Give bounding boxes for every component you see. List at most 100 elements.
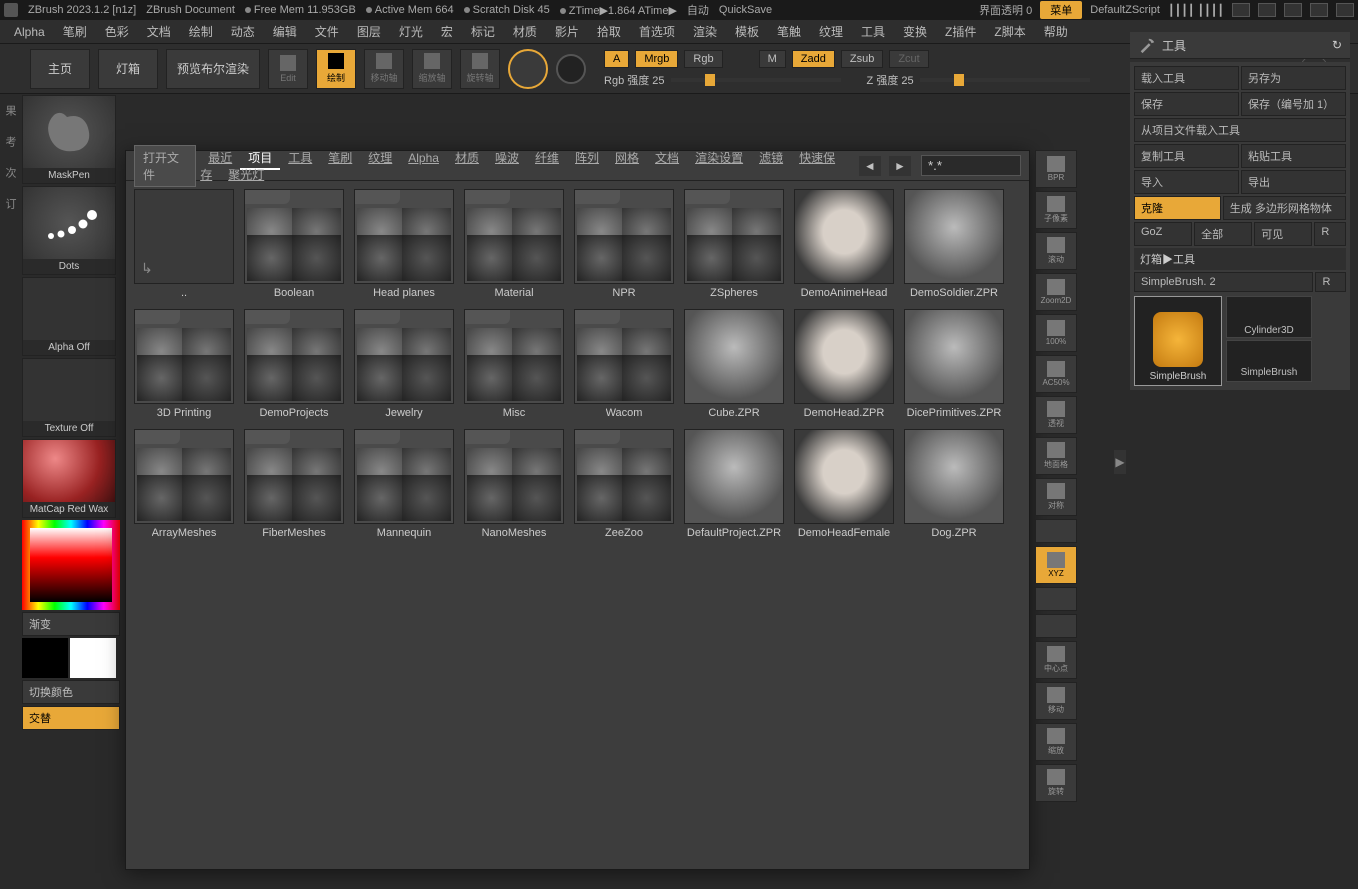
menu-文档[interactable]: 文档 [139,21,179,42]
primary-color[interactable] [22,638,68,678]
browser-item[interactable]: Dog.ZPR [904,429,1004,539]
stroke-swatch[interactable]: Dots [22,186,116,275]
r2-button[interactable]: R [1315,272,1346,292]
menu-帮助[interactable]: 帮助 [1036,21,1076,42]
minimize-icon[interactable] [1284,3,1302,17]
browser-item[interactable]: NanoMeshes [464,429,564,539]
menu-灯光[interactable]: 灯光 [391,21,431,42]
zsub-toggle[interactable]: Zsub [841,50,883,68]
right-tool-btn12[interactable] [1035,614,1077,638]
switch-color-button[interactable]: 切换颜色 [22,680,120,704]
quicksave-button[interactable]: QuickSave [719,4,772,16]
secondary-color[interactable] [70,638,116,678]
tab-噪波[interactable]: 噪波 [487,148,527,168]
menu-工具[interactable]: 工具 [853,21,893,42]
browser-item[interactable]: DemoHeadFemale [794,429,894,539]
rotate-button[interactable]: 旋转轴 [460,49,500,89]
browser-item[interactable]: ArrayMeshes [134,429,234,539]
browser-item[interactable]: DefaultProject.ZPR [684,429,784,539]
tab-文档[interactable]: 文档 [647,148,687,168]
menu-Z插件[interactable]: Z插件 [937,21,984,42]
right-tool-滚动[interactable]: 滚动 [1035,232,1077,270]
tab-Alpha[interactable]: Alpha [400,148,447,168]
right-tool-子像素[interactable]: 子像素 [1035,191,1077,229]
rgb-intensity-slider[interactable] [671,78,841,82]
menu-变换[interactable]: 变换 [895,21,935,42]
m-toggle[interactable]: M [759,50,786,68]
browser-item[interactable]: FiberMeshes [244,429,344,539]
scale-button[interactable]: 缩放轴 [412,49,452,89]
saveas-button[interactable]: 另存为 [1241,66,1346,90]
browser-item[interactable]: Wacom [574,309,674,419]
clone-button[interactable]: 克隆 [1134,196,1221,220]
tab-纤维[interactable]: 纤维 [527,148,567,168]
browser-item[interactable]: ↳.. [134,189,234,299]
tab-笔刷[interactable]: 笔刷 [320,148,360,168]
browser-item[interactable]: Misc [464,309,564,419]
tab-材质[interactable]: 材质 [447,148,487,168]
tab-工具[interactable]: 工具 [280,148,320,168]
savecopy-button[interactable]: 保存（编号加 1） [1241,92,1346,116]
tab-网格[interactable]: 网格 [607,148,647,168]
goz-visible-button[interactable]: 可见 [1254,222,1312,246]
paste-tool-button[interactable]: 粘贴工具 [1241,144,1346,168]
tab-阵列[interactable]: 阵列 [567,148,607,168]
expand-chevron-icon[interactable]: ▶ [1114,450,1126,474]
tool-panel-header[interactable]: 工具 ↻ [1130,32,1350,59]
right-tool-透视[interactable]: 透视 [1035,396,1077,434]
right-tool-中心点[interactable]: 中心点 [1035,641,1077,679]
window-icon[interactable] [1258,3,1276,17]
maximize-icon[interactable] [1310,3,1328,17]
tool-thumb-simplebrush[interactable]: SimpleBrush [1134,296,1222,386]
tool-thumb-simplebrush2[interactable]: SimpleBrush [1226,340,1312,382]
tab-滤镜[interactable]: 滤镜 [751,148,791,168]
open-file-button[interactable]: 打开文件 [134,145,196,187]
next-button[interactable]: ► [889,156,911,176]
import-button[interactable]: 导入 [1134,170,1239,194]
alpha-swatch[interactable]: Alpha Off [22,277,116,356]
auto-button[interactable]: 自动 [687,2,709,18]
tab-纹理[interactable]: 纹理 [360,148,400,168]
right-tool-AC50%[interactable]: AC50% [1035,355,1077,393]
browser-item[interactable]: DemoAnimeHead [794,189,894,299]
right-tool-地面格[interactable]: 地面格 [1035,437,1077,475]
browser-item[interactable]: ZeeZoo [574,429,674,539]
right-tool-BPR[interactable]: BPR [1035,150,1077,188]
material-preview-icon[interactable] [556,54,586,84]
menu-材质[interactable]: 材质 [505,21,545,42]
right-tool-100%[interactable]: 100% [1035,314,1077,352]
menu-标记[interactable]: 标记 [463,21,503,42]
menu-笔触[interactable]: 笔触 [769,21,809,42]
texture-swatch[interactable]: Texture Off [22,358,116,437]
menu-渲染[interactable]: 渲染 [685,21,725,42]
lightbox-button[interactable]: 灯箱 [98,49,158,89]
menu-动态[interactable]: 动态 [223,21,263,42]
right-tool-旋转[interactable]: 旋转 [1035,764,1077,802]
gradient-button[interactable]: 渐变 [22,612,120,636]
browser-item[interactable]: DicePrimitives.ZPR [904,309,1004,419]
menu-文件[interactable]: 文件 [307,21,347,42]
close-icon[interactable] [1336,3,1354,17]
tool-thumb-cylinder[interactable]: Cylinder3D [1226,296,1312,338]
goz-button[interactable]: GoZ [1134,222,1192,246]
menu-影片[interactable]: 影片 [547,21,587,42]
rgb-toggle[interactable]: Rgb [684,50,722,68]
browser-item[interactable]: Cube.ZPR [684,309,784,419]
menu-绘制[interactable]: 绘制 [181,21,221,42]
brush-swatch[interactable]: MaskPen [22,95,116,184]
right-tool-Zoom2D[interactable]: Zoom2D [1035,273,1077,311]
goz-all-button[interactable]: 全部 [1194,222,1252,246]
right-tool-btn9[interactable] [1035,519,1077,543]
export-button[interactable]: 导出 [1241,170,1346,194]
menu-模板[interactable]: 模板 [727,21,767,42]
loadproject-button[interactable]: 从项目文件载入工具 [1134,118,1346,142]
alternate-button[interactable]: 交替 [22,706,120,730]
prev-button[interactable]: ◄ [859,156,881,176]
draw-button[interactable]: 绘制 [316,49,356,89]
color-swatches[interactable] [22,638,120,678]
a-toggle[interactable]: A [604,50,629,68]
ui-transparency[interactable]: 界面透明 0 [979,2,1032,18]
move-button[interactable]: 移动轴 [364,49,404,89]
menu-色彩[interactable]: 色彩 [97,21,137,42]
menu-纹理[interactable]: 纹理 [811,21,851,42]
